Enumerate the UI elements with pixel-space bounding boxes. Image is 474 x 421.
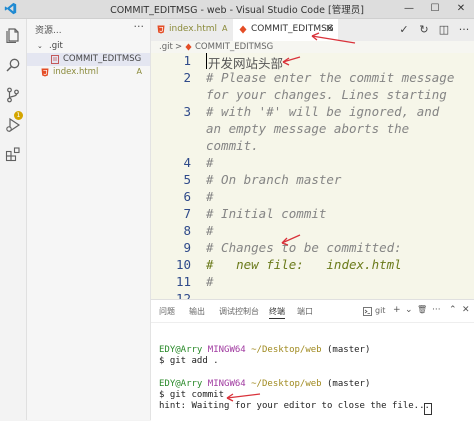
run-debug-icon[interactable] [5, 117, 21, 133]
terminal-name[interactable]: git [375, 306, 385, 315]
annotation-arrow [281, 234, 301, 246]
explorer-sidebar: 资源... ··· ⌄ .git COMMIT_EDITMSG index.ht… [27, 19, 151, 420]
line-number: 3 [183, 104, 191, 119]
close-panel-icon[interactable]: ✕ [462, 305, 470, 315]
comment-line: an empty message aborts the [206, 121, 410, 136]
line-number: 7 [183, 206, 191, 221]
annotation-arrow [282, 56, 301, 66]
search-icon[interactable] [5, 57, 21, 73]
annotation-arrow [226, 393, 261, 402]
comment-line: # On branch master [206, 172, 342, 187]
code-editor[interactable]: 1 开发网站头部 2 # Please enter the commit mes… [151, 53, 474, 299]
git-status-added: A [222, 24, 228, 33]
breadcrumb-file[interactable]: COMMIT_EDITMSG [195, 42, 273, 52]
explorer-header: 资源... ··· [27, 19, 150, 39]
more-actions-icon[interactable]: ··· [432, 305, 441, 315]
explorer-more-button[interactable]: ··· [134, 20, 145, 33]
source-control-icon[interactable] [5, 87, 21, 103]
tab-ports[interactable]: 端口 [297, 306, 313, 317]
tree-item-label: COMMIT_EDITMSG [63, 54, 142, 64]
tree-item-label: .git [49, 41, 63, 51]
html5-icon [157, 25, 165, 34]
tab-label: index.html [169, 24, 217, 34]
comment-line: # [206, 155, 214, 170]
git-icon [185, 43, 192, 51]
text-cursor [206, 53, 207, 69]
line-number: 9 [183, 240, 191, 255]
line-number: 12 [175, 291, 191, 299]
line-number: 2 [183, 70, 191, 85]
terminal-hint: hint: Waiting for your editor to close t… [159, 401, 430, 411]
chevron-down-icon: ⌄ [37, 42, 43, 50]
comment-line: for your changes. Lines starting [206, 87, 447, 102]
line-number: 10 [175, 257, 191, 272]
comment-line: # [206, 223, 214, 238]
tree-item-label: index.html [53, 67, 99, 77]
comment-line: # new file: index.html [206, 257, 402, 272]
terminal-cursor [424, 403, 432, 415]
tree-item-index-html[interactable]: index.html A [27, 66, 150, 79]
line-number: 5 [183, 172, 191, 187]
maximize-panel-icon[interactable]: ⌃ [449, 305, 457, 315]
line-number: 11 [175, 274, 191, 289]
new-terminal-button[interactable]: + [393, 305, 401, 315]
breadcrumb-folder[interactable]: .git [159, 42, 173, 52]
comment-line: commit. [206, 138, 259, 153]
tab-terminal[interactable]: 终端 [269, 306, 285, 319]
file-icon [51, 55, 59, 64]
maximize-button[interactable]: ☐ [422, 0, 448, 18]
line-number: 4 [183, 155, 191, 170]
line-number: 8 [183, 223, 191, 238]
explorer-title: 资源... [35, 26, 62, 36]
tab-index-html[interactable]: index.html A [151, 19, 233, 41]
terminal-command: $ git add . [159, 356, 219, 366]
comment-line: # with '#' will be ignored, and [206, 104, 440, 119]
comment-line: # Initial commit [206, 206, 327, 221]
comment-line: # Please enter the commit message [206, 70, 455, 85]
comment-line: # [206, 189, 214, 204]
files-icon[interactable] [5, 27, 21, 43]
git-icon [239, 25, 247, 34]
html5-icon [41, 68, 49, 77]
git-status-added: A [136, 67, 142, 76]
extensions-icon[interactable] [5, 146, 21, 162]
title-bar: COMMIT_EDITMSG - web - Visual Studio Cod… [0, 0, 474, 19]
chevron-down-icon[interactable]: ⌄ [405, 305, 413, 315]
tab-output[interactable]: 输出 [189, 306, 205, 317]
breadcrumb-separator: > [175, 42, 183, 52]
tree-item-commit-editmsg[interactable]: COMMIT_EDITMSG [27, 53, 150, 66]
tab-debug-console[interactable]: 调试控制台 [219, 306, 259, 317]
tab-problems[interactable]: 问题 [159, 306, 175, 317]
comment-line: # [206, 274, 214, 289]
compare-changes-icon[interactable]: ↻ [414, 19, 434, 41]
trash-icon[interactable]: 🗑 [417, 305, 427, 314]
more-actions-icon[interactable]: ··· [454, 19, 474, 41]
terminal-prompt: EDY@Arry MINGW64 ~/Desktop/web (master) [159, 345, 371, 355]
panel-tabs: 问题 输出 调试控制台 终端 端口 git + ⌄ 🗑 ··· ⌃ ✕ [151, 300, 474, 323]
close-window-button[interactable]: ✕ [448, 0, 474, 18]
line-number: 1 [183, 53, 191, 68]
terminal-icon [363, 307, 372, 316]
line-number: 6 [183, 189, 191, 204]
activity-bar: 1 [0, 19, 27, 420]
minimize-button[interactable]: — [396, 0, 422, 18]
tree-item-git-folder[interactable]: ⌄ .git [27, 40, 150, 53]
split-editor-icon[interactable]: ◫ [434, 19, 454, 41]
commit-check-icon[interactable]: ✓ [394, 19, 414, 41]
